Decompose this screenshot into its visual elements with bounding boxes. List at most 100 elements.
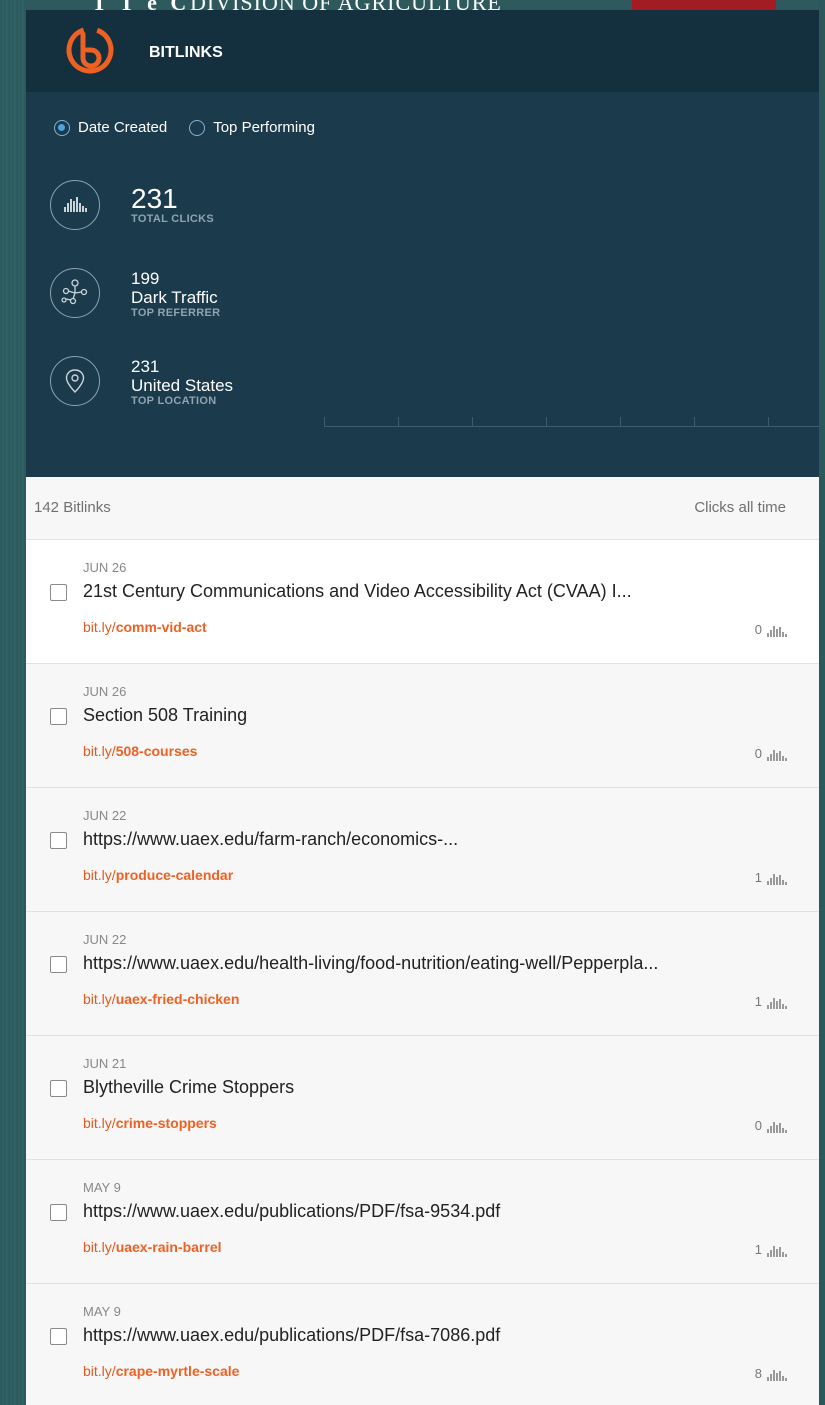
short-link[interactable]: bit.ly/uaex-rain-barrel	[83, 1239, 222, 1255]
short-link[interactable]: bit.ly/comm-vid-act	[83, 619, 207, 635]
radio-top-performing-label[interactable]: Top Performing	[213, 119, 315, 136]
short-link-slug: uaex-rain-barrel	[115, 1239, 222, 1255]
click-count: 0	[755, 622, 787, 637]
timeline-axis	[324, 426, 819, 427]
link-date: JUN 26	[83, 560, 127, 575]
click-count-value: 1	[754, 1242, 762, 1257]
short-link[interactable]: bit.ly/crape-myrtle-scale	[83, 1363, 239, 1379]
link-title[interactable]: 21st Century Communications and Video Ac…	[83, 581, 632, 602]
mini-bar-chart-icon	[767, 1370, 787, 1381]
short-link-slug: crime-stoppers	[115, 1115, 217, 1131]
click-count: 8	[755, 1366, 787, 1381]
mini-bar-chart-icon	[767, 874, 787, 885]
bitlinks-count: 142 Bitlinks	[34, 499, 111, 516]
radio-date-created[interactable]	[54, 119, 70, 136]
link-title[interactable]: Blytheville Crime Stoppers	[83, 1077, 294, 1098]
slide-background-left	[0, 0, 26, 1405]
list-item[interactable]: JUN 21 Blytheville Crime Stoppers bit.ly…	[26, 1036, 819, 1160]
timeline-tick	[398, 417, 399, 426]
link-title[interactable]: https://www.uaex.edu/publications/PDF/fs…	[83, 1325, 500, 1346]
slide-background-right	[819, 0, 825, 1405]
list-item[interactable]: MAY 9 https://www.uaex.edu/publications/…	[26, 1160, 819, 1284]
select-checkbox[interactable]	[50, 832, 67, 849]
mini-bar-chart-icon	[767, 1246, 787, 1257]
click-count-value: 0	[754, 1118, 762, 1133]
timeline-tick	[620, 417, 621, 426]
list-item[interactable]: JUN 22 https://www.uaex.edu/farm-ranch/e…	[26, 788, 819, 912]
location-pin-icon	[50, 356, 100, 406]
bitly-app-window: BITLINKS Date Created Top Performing 231…	[26, 10, 819, 1405]
timeline-tick	[768, 417, 769, 426]
top-location-stat: 231 United States TOP LOCATION	[131, 357, 234, 408]
top-location-caption: TOP LOCATION	[131, 395, 217, 407]
short-link[interactable]: bit.ly/produce-calendar	[83, 867, 233, 883]
link-date: JUN 22	[83, 932, 127, 947]
radio-date-created-label[interactable]: Date Created	[78, 119, 167, 136]
link-date: MAY 9	[83, 1304, 121, 1319]
short-link-slug: crape-myrtle-scale	[115, 1363, 240, 1379]
short-link-host: bit.ly/	[83, 619, 116, 635]
list-item[interactable]: JUN 26 21st Century Communications and V…	[26, 540, 819, 664]
short-link-host: bit.ly/	[83, 867, 116, 883]
mini-bar-chart-icon	[767, 750, 787, 761]
short-link-host: bit.ly/	[83, 1239, 116, 1255]
total-clicks-value: 231	[131, 183, 178, 214]
app-header: BITLINKS	[26, 10, 819, 92]
click-count: 1	[755, 870, 787, 885]
short-link-host: bit.ly/	[83, 1115, 116, 1131]
click-count: 0	[755, 1118, 787, 1133]
mini-bar-chart-icon	[767, 626, 787, 637]
top-location-value: 231	[131, 357, 160, 376]
list-item[interactable]: JUN 22 https://www.uaex.edu/health-livin…	[26, 912, 819, 1036]
link-date: MAY 9	[83, 1180, 121, 1195]
bitly-logo-icon[interactable]	[66, 26, 114, 74]
timeline-tick	[694, 417, 695, 426]
short-link[interactable]: bit.ly/508-courses	[83, 743, 197, 759]
select-checkbox[interactable]	[50, 1328, 67, 1345]
link-date: JUN 26	[83, 684, 127, 699]
select-checkbox[interactable]	[50, 1204, 67, 1221]
select-checkbox[interactable]	[50, 1080, 67, 1097]
bar-chart-icon	[50, 180, 100, 230]
select-checkbox[interactable]	[50, 708, 67, 725]
click-count-value: 0	[754, 746, 762, 761]
short-link-slug: uaex-fried-chicken	[115, 991, 240, 1007]
bitlinks-list-header: 142 Bitlinks Clicks all time	[26, 477, 819, 540]
click-count-value: 8	[754, 1366, 762, 1381]
click-count: 0	[755, 746, 787, 761]
radio-top-performing[interactable]	[189, 119, 206, 136]
short-link-slug: comm-vid-act	[115, 619, 207, 635]
click-count-value: 1	[754, 870, 762, 885]
network-icon	[50, 268, 100, 318]
list-item[interactable]: JUN 26 Section 508 Training bit.ly/508-c…	[26, 664, 819, 788]
short-link-host: bit.ly/	[83, 991, 116, 1007]
mini-bar-chart-icon	[767, 1122, 787, 1133]
click-count-value: 1	[754, 994, 762, 1009]
click-count: 1	[755, 994, 787, 1009]
link-title[interactable]: https://www.uaex.edu/health-living/food-…	[83, 953, 658, 974]
short-link[interactable]: bit.ly/crime-stoppers	[83, 1115, 217, 1131]
link-title[interactable]: https://www.uaex.edu/farm-ranch/economic…	[83, 829, 458, 850]
short-link[interactable]: bit.ly/uaex-fried-chicken	[83, 991, 239, 1007]
page-title: BITLINKS	[149, 44, 223, 61]
timeline-tick	[472, 417, 473, 426]
top-referrer-stat: 199 Dark Traffic TOP REFERRER	[131, 270, 221, 320]
sort-filter-group: Date Created Top Performing	[54, 119, 329, 136]
total-clicks-stat: 231 TOTAL CLICKS	[131, 183, 214, 226]
top-referrer-caption: TOP REFERRER	[131, 307, 221, 319]
timeline-tick	[546, 417, 547, 426]
click-count: 1	[755, 1242, 787, 1257]
click-count-value: 0	[754, 622, 762, 637]
select-checkbox[interactable]	[50, 584, 67, 601]
clicks-all-time-label: Clicks all time	[694, 499, 786, 516]
short-link-host: bit.ly/	[83, 1363, 116, 1379]
top-location-name: United States	[131, 376, 234, 395]
short-link-host: bit.ly/	[83, 743, 116, 759]
short-link-slug: produce-calendar	[115, 867, 234, 883]
short-link-slug: 508-courses	[115, 743, 198, 759]
link-title[interactable]: https://www.uaex.edu/publications/PDF/fs…	[83, 1201, 500, 1222]
select-checkbox[interactable]	[50, 956, 67, 973]
timeline-tick	[324, 417, 325, 426]
link-title[interactable]: Section 508 Training	[83, 705, 247, 726]
list-item[interactable]: MAY 9 https://www.uaex.edu/publications/…	[26, 1284, 819, 1405]
